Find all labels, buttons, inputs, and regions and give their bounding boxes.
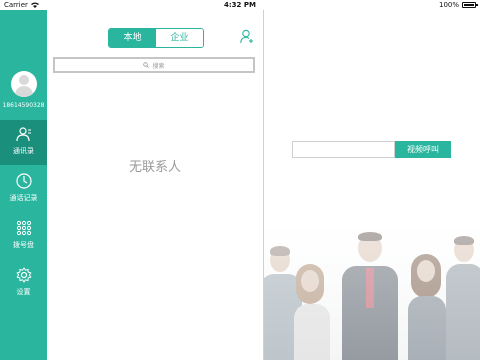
sidebar-item-contacts[interactable]: 通讯录 [0, 120, 47, 165]
search-placeholder: 搜索 [152, 62, 165, 70]
user-phone-number: 18614590328 [2, 102, 45, 109]
status-time: 4:32 PM [224, 1, 256, 9]
add-contact-button[interactable] [240, 29, 254, 48]
avatar[interactable] [11, 71, 37, 97]
team-photo [264, 224, 480, 360]
gear-icon [15, 267, 32, 283]
empty-contacts-message: 无联系人 [128, 160, 181, 175]
contacts-panel: 本地 企业 搜索 无联系人 [47, 10, 263, 360]
battery-percent: 100% [438, 1, 459, 9]
tab-enterprise[interactable]: 企业 [156, 29, 203, 47]
sidebar-item-dialpad[interactable]: 拨号盘 [0, 214, 47, 259]
status-right: 100% [438, 0, 478, 10]
contacts-icon [15, 127, 31, 142]
search-icon [143, 62, 150, 68]
contact-source-tabs: 本地 企业 [108, 28, 204, 48]
sidebar-item-call-history[interactable]: 通话记录 [0, 167, 47, 212]
add-user-icon [240, 29, 253, 44]
video-call-button[interactable]: 视频呼叫 [395, 141, 451, 158]
sidebar: 18614590328 通讯录 通话记录 拨号盘 设置 [0, 10, 47, 360]
sidebar-item-settings[interactable]: 设置 [0, 261, 47, 306]
sidebar-item-label: 通话记录 [9, 194, 38, 202]
dialpad-icon [16, 220, 31, 236]
video-call-number-input[interactable] [292, 141, 395, 158]
search-input[interactable]: 搜索 [53, 57, 255, 73]
battery-icon [462, 2, 478, 8]
status-bar: Carrier 4:32 PM 100% [0, 0, 480, 10]
sidebar-item-label: 设置 [16, 288, 31, 296]
clock-icon [15, 173, 32, 189]
sidebar-item-label: 拨号盘 [13, 241, 34, 249]
sidebar-item-label: 通讯录 [13, 147, 34, 155]
video-call-panel: 视频呼叫 [264, 10, 480, 360]
tab-local[interactable]: 本地 [109, 29, 156, 47]
